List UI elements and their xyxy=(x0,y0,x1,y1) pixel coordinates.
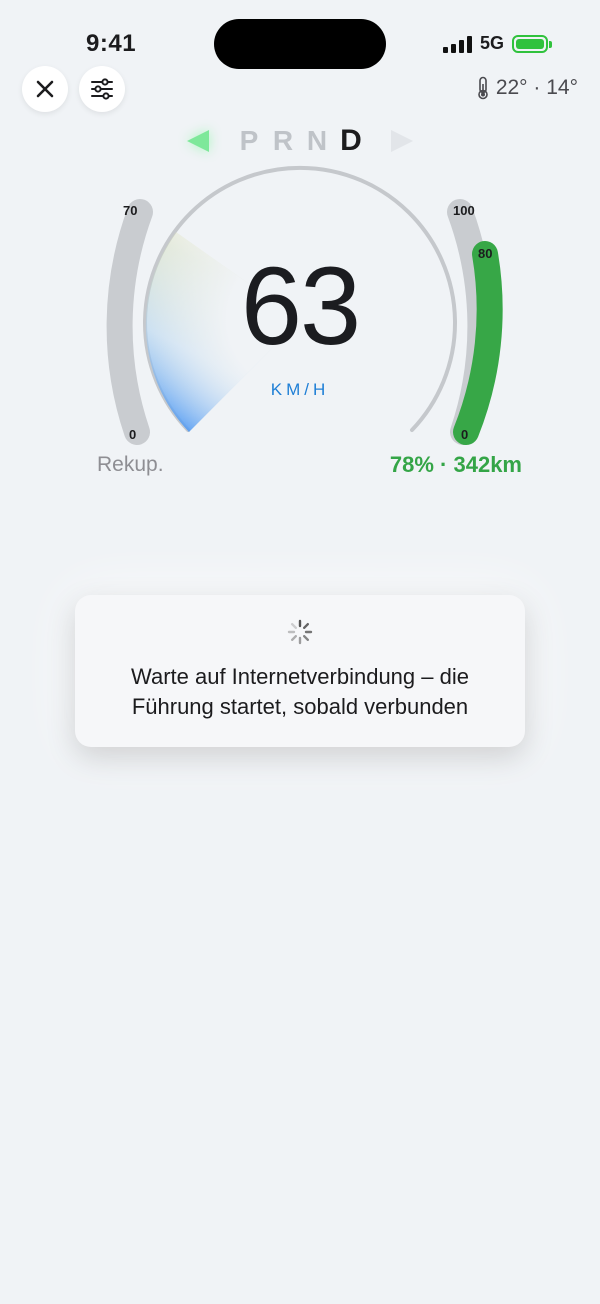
status-time: 9:41 xyxy=(86,30,137,57)
gear-selector: P R N D xyxy=(0,124,600,158)
gear-n[interactable]: N xyxy=(305,125,329,157)
dynamic-island xyxy=(214,19,386,69)
temperature-text: 22° · 14° xyxy=(495,76,578,99)
battery-max-label: 100 xyxy=(453,203,475,218)
screen: 9:41 5G 22° · 14° P R N D 70 0 100 80 0 … xyxy=(0,0,600,1304)
gear-left-arrow-icon[interactable] xyxy=(187,130,209,152)
gear-p[interactable]: P xyxy=(237,125,261,157)
gear-right-arrow-icon[interactable] xyxy=(391,130,413,152)
regen-caption: Rekup. xyxy=(97,453,164,476)
regen-min-label: 0 xyxy=(129,427,137,442)
close-icon xyxy=(36,80,54,98)
thermometer-icon xyxy=(478,76,488,100)
regen-max-label: 70 xyxy=(123,203,138,218)
speed-value: 63 xyxy=(240,245,361,368)
toast-message: Warte auf Internetverbindung – die Führu… xyxy=(131,664,469,719)
settings-button[interactable] xyxy=(79,66,125,112)
loading-spinner-icon xyxy=(287,619,313,645)
signal-icon xyxy=(442,35,472,53)
battery-icon xyxy=(512,34,552,53)
sliders-icon xyxy=(91,78,113,100)
connection-toast: Warte auf Internetverbindung – die Führu… xyxy=(75,595,525,747)
status-indicators: 5G xyxy=(442,33,552,54)
gear-r[interactable]: R xyxy=(271,125,295,157)
speed-unit: KM/H xyxy=(270,380,330,399)
battery-min-label: 0 xyxy=(461,427,469,442)
gear-d[interactable]: D xyxy=(339,124,363,158)
weather-info: 22° · 14° xyxy=(476,76,578,100)
close-button[interactable] xyxy=(22,66,68,112)
battery-range-caption: 78% · 342km xyxy=(389,452,522,477)
network-type: 5G xyxy=(479,33,504,53)
